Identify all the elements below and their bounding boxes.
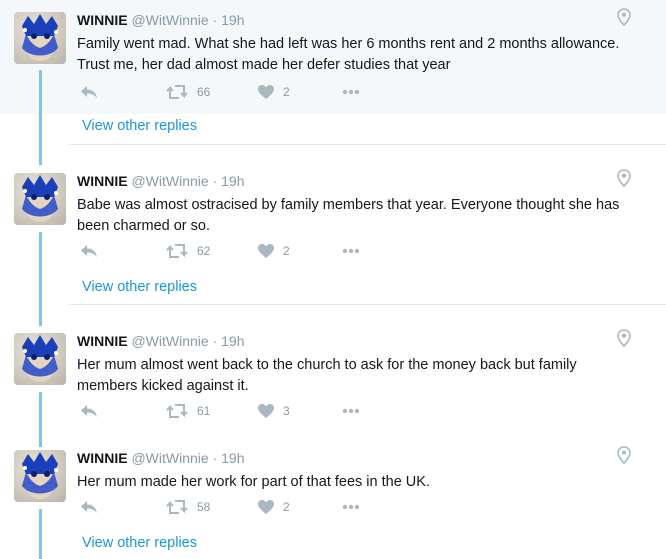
like-icon: [258, 244, 274, 258]
more-button[interactable]: [342, 89, 360, 95]
retweet-button[interactable]: 58: [166, 500, 210, 514]
display-name[interactable]: WINNIE: [77, 12, 128, 28]
like-count: 3: [283, 404, 290, 418]
tweet-text: Her mum made her work for part of that f…: [77, 474, 430, 490]
like-icon: [258, 85, 274, 99]
display-name[interactable]: WINNIE: [77, 333, 128, 349]
like-icon: [258, 404, 274, 418]
retweet-icon: [166, 404, 188, 418]
more-button[interactable]: [342, 504, 360, 510]
location-pin-icon[interactable]: [617, 329, 631, 352]
more-button[interactable]: [342, 248, 360, 254]
retweet-icon: [166, 244, 188, 258]
tweet-text: Her mum almost went back to the church t…: [77, 357, 577, 394]
more-icon: [342, 248, 360, 254]
tweet[interactable]: WINNIE @WitWinnie · 19h Babe was almost …: [0, 161, 666, 275]
reply-button[interactable]: [80, 85, 98, 99]
separator: ·: [212, 450, 218, 466]
more-icon: [342, 504, 360, 510]
divider: [69, 144, 666, 145]
separator: ·: [212, 333, 218, 349]
display-name[interactable]: WINNIE: [77, 450, 128, 466]
separator: ·: [212, 173, 218, 189]
more-icon: [342, 89, 360, 95]
tweet[interactable]: WINNIE @WitWinnie · 19h Her mum almost w…: [0, 321, 666, 433]
location-pin-icon[interactable]: [617, 8, 631, 31]
timestamp[interactable]: 19h: [221, 173, 244, 189]
avatar[interactable]: [14, 12, 66, 64]
tweet-text: Babe was almost ostracised by family mem…: [77, 197, 620, 234]
reply-icon: [81, 405, 97, 417]
divider: [69, 304, 666, 305]
retweet-count: 62: [197, 244, 211, 258]
tweet-header: WINNIE @WitWinnie · 19h: [77, 12, 244, 28]
like-button[interactable]: 2: [258, 500, 290, 514]
timestamp[interactable]: 19h: [221, 333, 244, 349]
reply-button[interactable]: [80, 500, 98, 514]
like-button[interactable]: 2: [258, 85, 290, 99]
retweet-count: 61: [197, 404, 211, 418]
tweet[interactable]: WINNIE @WitWinnie · 19h Family went mad.…: [0, 0, 666, 114]
tweet-actions: 62 2: [80, 244, 380, 264]
like-count: 2: [283, 500, 290, 514]
retweet-button[interactable]: 61: [166, 404, 210, 418]
display-name[interactable]: WINNIE: [77, 173, 128, 189]
tweet-actions: 61 3: [80, 404, 380, 424]
retweet-icon: [166, 500, 188, 514]
timestamp[interactable]: 19h: [221, 450, 244, 466]
tweet-header: WINNIE @WitWinnie · 19h: [77, 450, 244, 466]
tweet-text: Family went mad. What she had left was h…: [77, 36, 620, 73]
like-icon: [258, 500, 274, 514]
tweet-header: WINNIE @WitWinnie · 19h: [77, 333, 244, 349]
avatar[interactable]: [14, 450, 66, 502]
avatar[interactable]: [14, 173, 66, 225]
avatar[interactable]: [14, 333, 66, 385]
retweet-icon: [166, 85, 188, 99]
tweet-actions: 58 2: [80, 500, 380, 520]
reply-icon: [81, 501, 97, 513]
like-button[interactable]: 2: [258, 244, 290, 258]
timestamp[interactable]: 19h: [221, 12, 244, 28]
like-button[interactable]: 3: [258, 404, 290, 418]
like-count: 2: [283, 85, 290, 99]
retweet-count: 66: [197, 85, 211, 99]
more-icon: [342, 408, 360, 414]
view-other-replies-link[interactable]: View other replies: [82, 118, 197, 134]
retweet-button[interactable]: 66: [166, 85, 210, 99]
more-button[interactable]: [342, 408, 360, 414]
reply-button[interactable]: [80, 404, 98, 418]
tweet-header: WINNIE @WitWinnie · 19h: [77, 173, 244, 189]
tweet-actions: 66 2: [80, 85, 380, 105]
tweet[interactable]: WINNIE @WitWinnie · 19h Her mum made her…: [0, 438, 666, 528]
view-other-replies-link[interactable]: View other replies: [82, 535, 197, 551]
retweet-button[interactable]: 62: [166, 244, 210, 258]
reply-button[interactable]: [80, 244, 98, 258]
separator: ·: [212, 12, 218, 28]
location-pin-icon[interactable]: [617, 446, 631, 469]
view-other-replies-link[interactable]: View other replies: [82, 279, 197, 295]
location-pin-icon[interactable]: [617, 169, 631, 192]
username[interactable]: @WitWinnie: [131, 173, 208, 189]
username[interactable]: @WitWinnie: [131, 450, 208, 466]
username[interactable]: @WitWinnie: [131, 333, 208, 349]
retweet-count: 58: [197, 500, 211, 514]
reply-icon: [81, 245, 97, 257]
like-count: 2: [283, 244, 290, 258]
reply-icon: [81, 86, 97, 98]
username[interactable]: @WitWinnie: [131, 12, 208, 28]
